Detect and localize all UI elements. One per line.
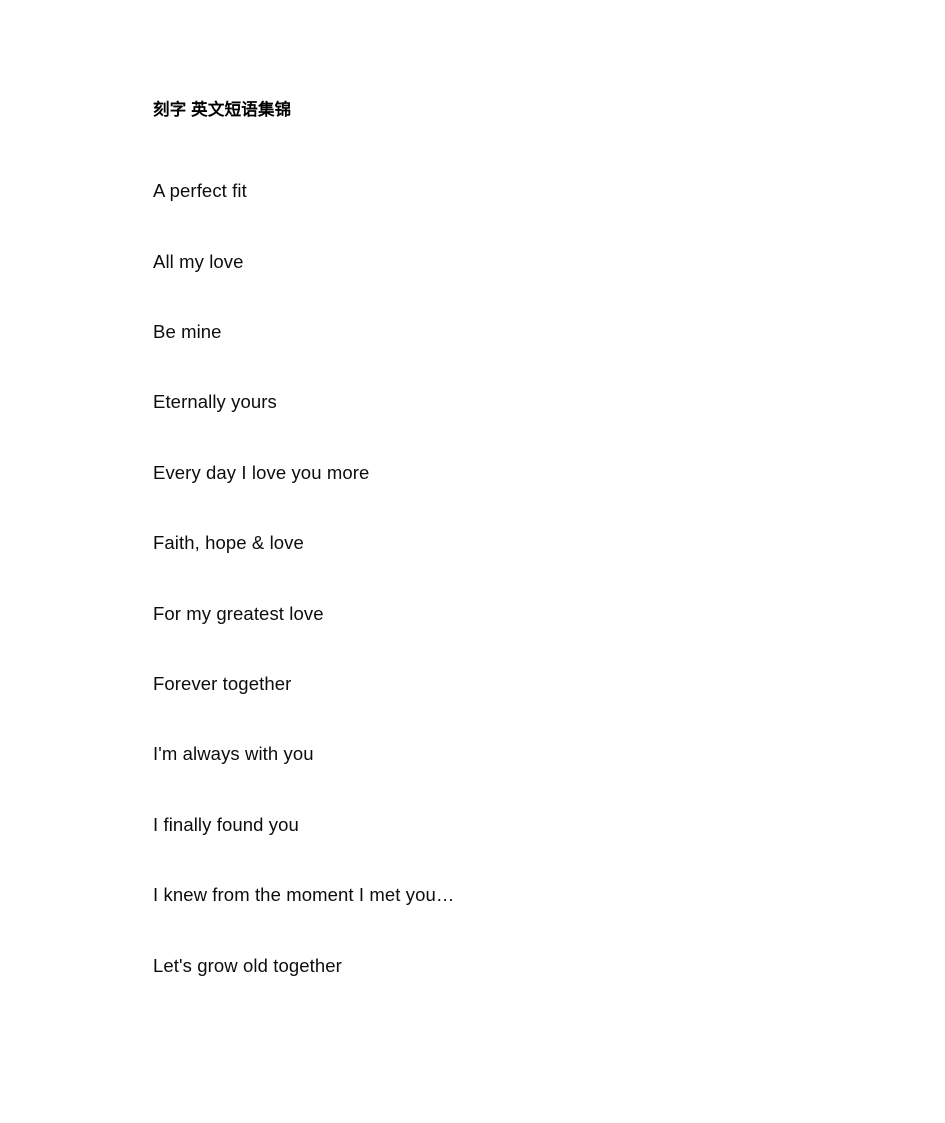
list-item: Faith, hope & love (153, 531, 853, 601)
list-item: Eternally yours (153, 390, 853, 460)
phrase-text: Faith, hope & love (153, 532, 304, 554)
phrase-text: Let's grow old together (153, 954, 342, 976)
phrase-text: Eternally yours (153, 391, 277, 413)
document-body: 刻字 英文短语集锦 A perfect fit All my love Be m… (153, 99, 853, 1024)
phrase-text: Forever together (153, 673, 292, 694)
phrase-text: All my love (153, 250, 244, 272)
phrase-list: A perfect fit All my love Be mine Eterna… (153, 121, 853, 1024)
phrase-text: For my greatest love (153, 602, 324, 624)
list-item: I knew from the moment I met you… (153, 883, 853, 953)
list-item: I finally found you (153, 813, 853, 883)
phrase-text: Be mine (153, 321, 222, 343)
document-page: 刻字 英文短语集锦 A perfect fit All my love Be m… (0, 0, 945, 1123)
phrase-text: Every day I love you more (153, 461, 370, 483)
list-item: Be mine (153, 320, 853, 390)
phrase-text: A perfect fit (153, 180, 247, 202)
list-item: All my love (153, 250, 853, 320)
phrase-text: I'm always with you (153, 743, 314, 765)
list-item: A perfect fit (153, 121, 853, 249)
list-item: Every day I love you more (153, 461, 853, 531)
page-title: 刻字 英文短语集锦 (153, 101, 292, 119)
list-item: Let's grow old together (153, 954, 853, 1024)
list-item: For my greatest love (153, 602, 853, 672)
phrase-text: I finally found you (153, 813, 299, 835)
list-item: Forever together (153, 672, 853, 742)
phrase-text: I knew from the moment I met you… (153, 884, 455, 906)
list-item: I'm always with you (153, 742, 853, 812)
